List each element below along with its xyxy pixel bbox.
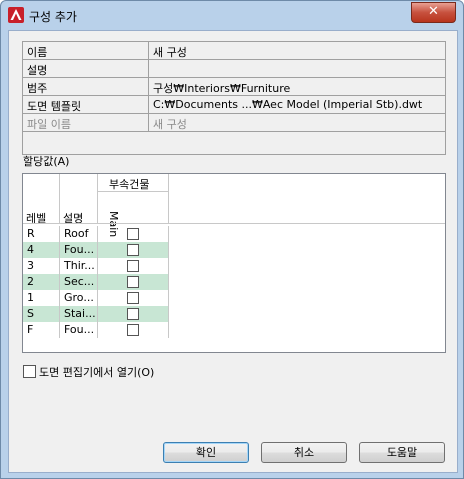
row-level: 2 (27, 275, 34, 288)
autocad-logo-icon (8, 7, 24, 23)
property-row-name[interactable]: 이름 새 구성 (23, 42, 445, 60)
table-row: 1 Gro... (23, 290, 168, 306)
property-label: 이름 (27, 46, 48, 59)
property-row-drawing-template[interactable]: 도면 템플릿 C:₩Documents ...₩Aec Model (Imper… (23, 96, 445, 114)
property-value: 새 구성 (153, 118, 187, 131)
main-checkbox[interactable] (127, 292, 139, 304)
main-checkbox[interactable] (127, 244, 139, 256)
row-description: Stai... (64, 307, 96, 320)
row-level: 3 (27, 259, 34, 272)
title-bar[interactable]: 구성 추가 ✕ (1, 1, 463, 31)
main-checkbox[interactable] (127, 276, 139, 288)
property-label: 범주 (27, 82, 48, 95)
window-title: 구성 추가 (29, 10, 77, 24)
row-description: Gro... (64, 291, 94, 304)
property-row-category[interactable]: 범주 구성₩Interiors₩Furniture (23, 78, 445, 96)
row-description: Thir... (64, 259, 95, 272)
property-row-file-name: 파일 이름 새 구성 (23, 114, 445, 132)
column-group-header: 부속건물 (109, 178, 150, 191)
property-row-description[interactable]: 설명 (23, 60, 445, 78)
dialog-body: 이름 새 구성 설명 범주 구성₩Interiors₩Furniture 도면 … (8, 30, 458, 473)
row-description: Sec... (64, 275, 95, 288)
table-row: R Roof (23, 226, 168, 242)
property-label: 도면 템플릿 (27, 100, 82, 113)
close-button[interactable]: ✕ (411, 2, 456, 23)
main-checkbox[interactable] (127, 308, 139, 320)
row-level: F (27, 323, 34, 336)
properties-table: 이름 새 구성 설명 범주 구성₩Interiors₩Furniture 도면 … (22, 41, 446, 155)
assignments-grid: 레벨 설명 부속건물 Main R Roof 4 Fou... 3 Thir..… (22, 173, 446, 353)
table-row: 3 Thir... (23, 258, 168, 274)
property-label: 파일 이름 (27, 118, 71, 131)
row-level: R (27, 227, 35, 240)
grid-header: 레벨 설명 부속건물 Main (23, 174, 445, 237)
row-description: Fou... (64, 243, 95, 256)
cancel-button[interactable]: 취소 (261, 442, 347, 463)
property-value[interactable]: C:₩Documents ...₩Aec Model (Imperial Stb… (153, 98, 422, 111)
main-checkbox[interactable] (127, 228, 139, 240)
property-value[interactable]: 새 구성 (153, 44, 187, 60)
row-level: S (27, 307, 34, 320)
open-in-drawing-editor-checkbox[interactable] (23, 365, 36, 378)
open-in-drawing-editor-label[interactable]: 도면 편집기에서 열기(O) (39, 364, 154, 380)
add-configuration-dialog: 구성 추가 ✕ 이름 새 구성 설명 범주 구성₩Interiors₩Furni… (0, 0, 464, 479)
table-row: F Fou... (23, 322, 168, 338)
close-icon: ✕ (428, 4, 439, 19)
property-value[interactable]: 구성₩Interiors₩Furniture (153, 80, 290, 96)
assignments-label: 할당값(A) (23, 155, 70, 168)
property-label: 설명 (27, 64, 48, 77)
ok-button[interactable]: 확인 (163, 442, 249, 463)
main-checkbox[interactable] (127, 260, 139, 272)
row-description: Roof (64, 227, 89, 240)
help-button[interactable]: 도움말 (359, 442, 445, 463)
table-row: S Stai... (23, 306, 168, 322)
table-row: 2 Sec... (23, 274, 168, 290)
row-level: 4 (27, 243, 34, 256)
table-row: 4 Fou... (23, 242, 168, 258)
main-checkbox[interactable] (127, 324, 139, 336)
row-description: Fou... (64, 323, 95, 336)
row-level: 1 (27, 291, 34, 304)
